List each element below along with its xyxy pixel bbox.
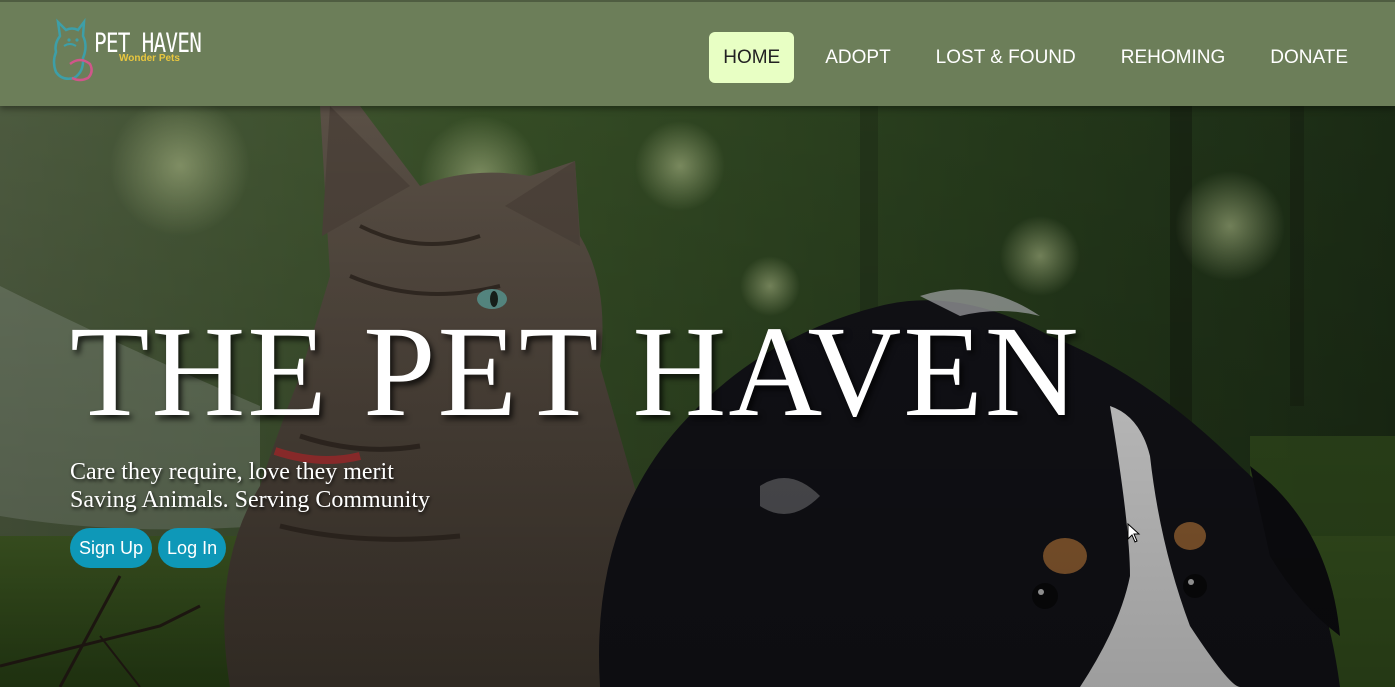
tagline-line-2: Saving Animals. Serving Community	[70, 487, 431, 513]
auth-buttons: Sign Up Log In	[70, 528, 232, 568]
main-nav: HOME ADOPT LOST & FOUND REHOMING DONATE	[709, 32, 1362, 83]
nav-item-rehoming[interactable]: REHOMING	[1107, 32, 1240, 83]
signup-button[interactable]: Sign Up	[70, 528, 153, 568]
brand-subtitle: Wonder Pets	[119, 53, 180, 64]
nav-item-donate[interactable]: DONATE	[1256, 32, 1362, 83]
tagline-line-1: Care they require, love they merit	[70, 459, 394, 485]
login-button[interactable]: Log In	[158, 528, 227, 568]
page: PET HAVEN Wonder Pets HOME ADOPT LOST & …	[0, 0, 1395, 687]
brand-logo[interactable]: PET HAVEN Wonder Pets	[50, 16, 202, 84]
header-navbar: PET HAVEN Wonder Pets HOME ADOPT LOST & …	[0, 0, 1395, 106]
hero-tagline: Care they require, love they merit Savin…	[70, 458, 430, 514]
nav-item-lost-found[interactable]: LOST & FOUND	[922, 32, 1090, 83]
mouse-pointer-icon	[1127, 523, 1141, 543]
hero-title: THE PET HAVEN	[70, 300, 1081, 444]
nav-item-home[interactable]: HOME	[709, 32, 795, 83]
nav-item-adopt[interactable]: ADOPT	[811, 32, 904, 83]
hero-section: THE PET HAVEN Care they require, love th…	[0, 106, 1395, 687]
